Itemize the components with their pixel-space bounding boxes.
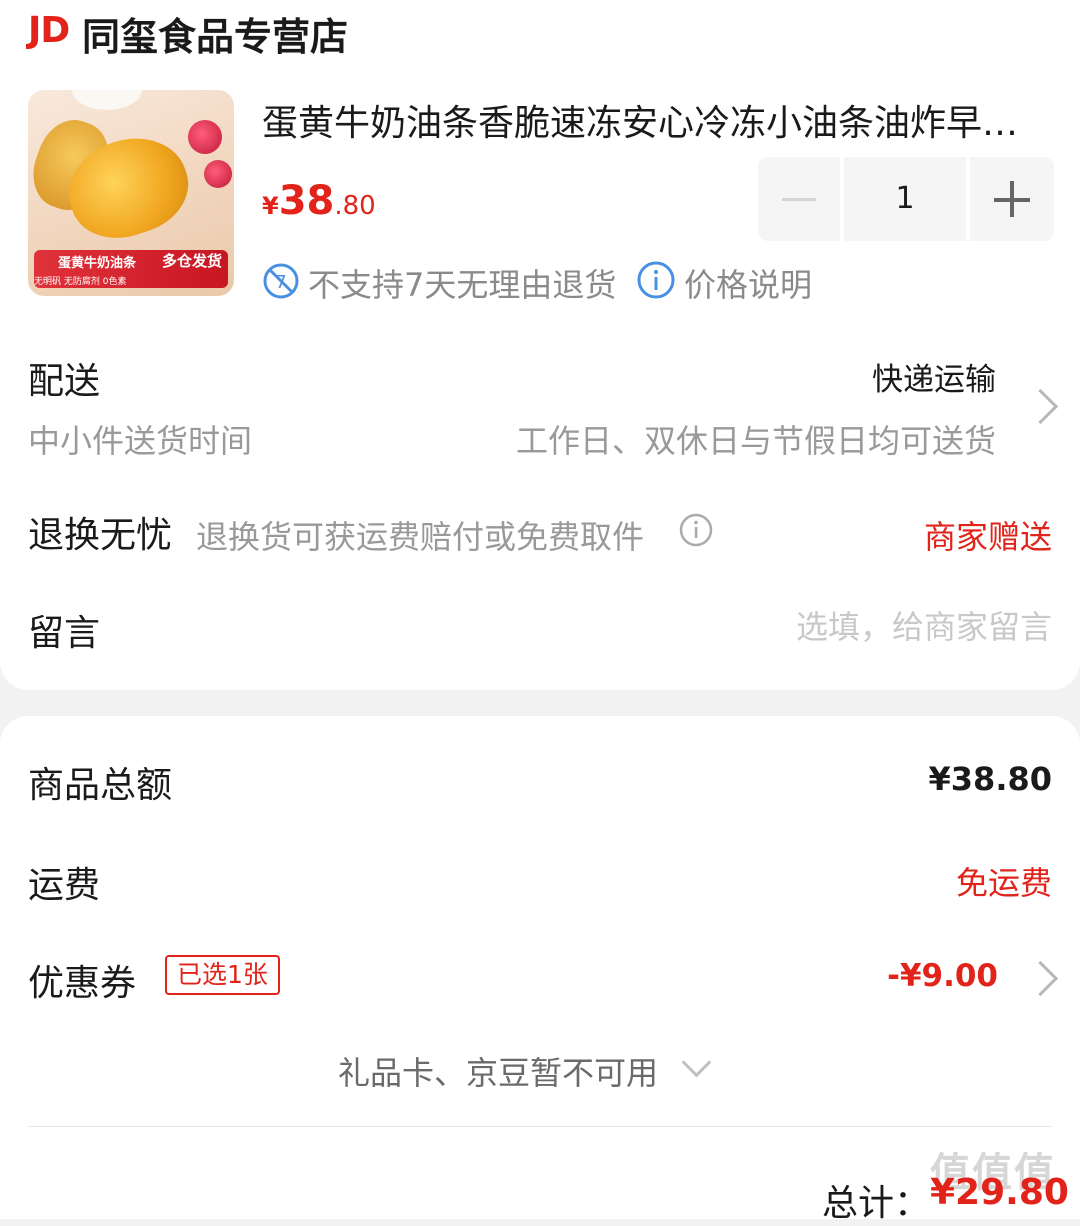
info-icon[interactable]: [636, 260, 676, 300]
delivery-label: 配送: [28, 361, 101, 402]
price-explanation-link[interactable]: 价格说明: [684, 260, 812, 306]
product-title[interactable]: 蛋黄牛奶油条香脆速冻安心冷冻小油条油炸早餐半成品: [262, 94, 1032, 146]
return-service-desc: 退换货可获运费赔付或免费取件: [196, 518, 645, 556]
jd-logo: JD: [28, 10, 70, 51]
no-return-text: 不支持7天无理由退货: [308, 266, 617, 304]
shipping-value: 免运费: [955, 864, 1052, 902]
minus-icon[interactable]: [758, 157, 840, 241]
image-raspberry: [188, 120, 222, 154]
divider: [28, 1126, 1052, 1127]
price-integer: 38: [278, 178, 335, 224]
goods-total-label: 商品总额: [28, 765, 173, 806]
info-icon[interactable]: [678, 512, 714, 548]
return-service-value: 商家赠送: [923, 518, 1052, 556]
message-input[interactable]: [732, 608, 1052, 646]
product-price: ¥38.80: [262, 178, 376, 224]
shipping-label: 运费: [28, 865, 101, 906]
price-decimal: .80: [334, 191, 376, 221]
delivery-method[interactable]: 快递运输: [872, 354, 996, 399]
return-service-label: 退换无忧: [28, 515, 173, 556]
total-label: 总计：: [822, 1183, 931, 1224]
goods-total-value: ¥38.80: [928, 760, 1052, 798]
quantity-value[interactable]: 1: [844, 157, 966, 241]
quantity-stepper: 1: [758, 157, 1054, 241]
image-banner-main: 蛋黄牛奶油条: [58, 256, 137, 271]
delivery-time-label: 中小件送货时间: [28, 422, 253, 460]
image-cup: [72, 90, 142, 110]
image-banner-sub: 无明矾 无防腐剂 0色素: [34, 277, 127, 287]
plus-icon[interactable]: [970, 157, 1054, 241]
product-image[interactable]: 蛋黄牛奶油条 多仓发货 无明矾 无防腐剂 0色素: [28, 90, 234, 296]
no-return-icon: 7: [263, 263, 299, 299]
gift-card-notice[interactable]: 礼品卡、京豆暂不可用: [338, 1048, 658, 1094]
price-symbol: ¥: [262, 192, 279, 220]
delivery-time-value[interactable]: 工作日、双休日与节假日均可送货: [516, 416, 996, 462]
image-banner-badge: 多仓发货: [162, 252, 223, 270]
coupon-label: 优惠券: [28, 963, 137, 1004]
message-label: 留言: [28, 613, 101, 654]
shop-name[interactable]: 同玺食品专营店: [82, 6, 348, 61]
total-value: ¥29.80: [930, 1172, 1069, 1213]
coupon-selected-badge[interactable]: 已选1张: [165, 955, 280, 995]
image-raspberry: [204, 160, 232, 188]
coupon-value[interactable]: -¥9.00: [887, 958, 998, 994]
